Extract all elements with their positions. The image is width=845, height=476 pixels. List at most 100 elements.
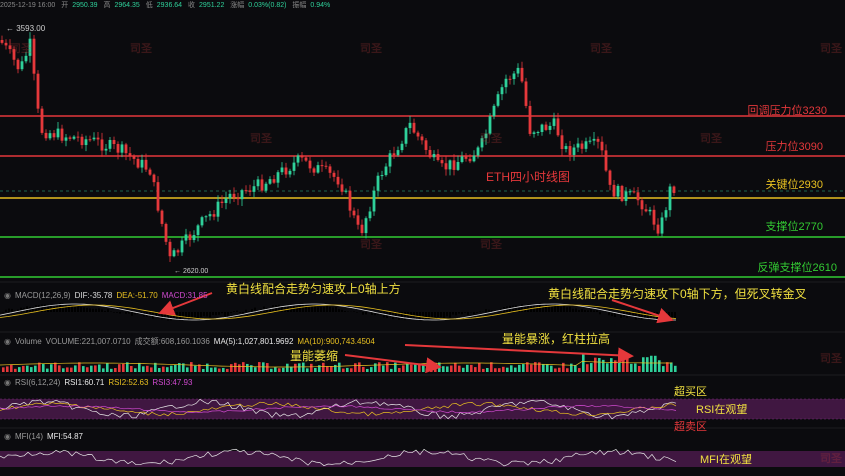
volume-bar [270,368,273,372]
volume-ma5: MA(5):1,027,801.9692 [213,337,294,346]
watermark: 司圣 [10,43,32,55]
candle-body [312,168,316,173]
macd-histogram-bar [356,312,358,313]
candle-body [596,138,600,142]
volume-bar [338,362,341,372]
volume-bar [614,360,617,372]
macd-histogram-bar [248,311,250,312]
volume-bar [562,362,565,372]
volume-bar [254,367,257,372]
volume-bar [78,362,81,372]
volume-bar [326,366,329,372]
volume-bar [530,364,533,372]
macd-histogram-bar [305,304,307,312]
macd-histogram-bar [446,312,448,317]
rsi-header: ◉ RSI(6,12,24) RSI1:60.71 RSI2:52.63 RSI… [4,378,192,387]
candle-body [436,154,440,161]
volume-bar [622,360,625,372]
candle-body [576,143,580,148]
candle-body [404,128,408,144]
candle-body [516,67,520,74]
macd-histogram-bar [644,312,646,319]
watermark: 司圣 [820,43,842,55]
candle-body [448,160,452,170]
macd-histogram-bar [593,310,595,312]
macd-histogram-bar [452,312,454,315]
macd-histogram-bar [224,312,226,317]
macd-histogram-bar [332,307,334,312]
candle-body [120,144,124,153]
volume-bar [486,367,489,372]
eye-icon[interactable]: ◉ [4,432,11,441]
candle-body [364,218,368,234]
volume-bar [166,367,169,372]
candle-body [432,154,436,158]
candle-body [68,137,72,139]
volume-bar [142,366,145,372]
level-label-2770: 支撑位2770 [765,221,823,233]
eye-icon[interactable]: ◉ [4,378,11,387]
volume-bar [10,364,13,372]
volume-bar [370,367,373,372]
macd-histogram-bar [53,306,55,312]
volume-bar [282,367,285,372]
eye-icon[interactable]: ◉ [4,337,11,346]
candle-body [656,224,660,234]
macd-histogram-bar [107,309,109,312]
candle-body [296,155,300,163]
macd-histogram-bar [599,312,601,315]
macd-histogram-bar [569,306,571,312]
volume-bar [114,368,117,372]
volume-bar [298,363,301,372]
macd-histogram-bar [251,309,253,312]
candle-body [108,140,112,149]
macd-histogram-bar [608,312,610,316]
macd-histogram-bar [485,309,487,312]
macd-histogram-bar [563,305,565,312]
macd-histogram-bar [83,307,85,312]
macd-histogram-bar [476,312,478,313]
volume-bar [550,365,553,372]
candle-body [572,147,576,155]
volume-bar [202,368,205,372]
candle-body [372,190,376,212]
candle-body [560,135,564,150]
macd-histogram-bar [11,308,13,312]
macd-histogram-bar [320,306,322,312]
chart-title: ETH四小时线图 [486,170,571,184]
candle-body [492,105,496,117]
volume-bar [214,367,217,372]
macd-histogram-bar [353,311,355,312]
candle-body [340,184,344,192]
volume-bar [518,364,521,372]
candle-body [308,160,312,169]
volume-bar [278,368,281,372]
candle-body [556,118,560,136]
volume-bar [138,362,141,372]
macd-histogram-bar [587,310,589,312]
candle-body [232,193,236,198]
candle-body [0,40,4,43]
candle-body [292,162,296,171]
rsi-name: RSI(6,12,24) [14,378,61,387]
candle-body [328,166,332,173]
candle-body [632,191,636,193]
volume-bar [378,362,381,372]
volume-bar [442,366,445,372]
candle-body [156,182,160,211]
volume-bar [666,362,669,372]
macd-dif: DIF:-35.78 [74,291,113,300]
volume-bar [294,363,297,372]
candle-body [60,128,64,141]
eye-icon[interactable]: ◉ [4,291,11,300]
candle-body [412,122,416,133]
volume-bar [314,367,317,372]
volume-bar [454,362,457,372]
macd-value: MACD:31.85 [161,291,208,300]
macd-histogram-bar [302,303,304,312]
macd-histogram-bar [389,312,391,316]
candle-body [460,156,464,162]
watermark: 司圣 [700,133,722,145]
volume-bar [162,366,165,372]
macd-histogram-bar [596,310,598,312]
